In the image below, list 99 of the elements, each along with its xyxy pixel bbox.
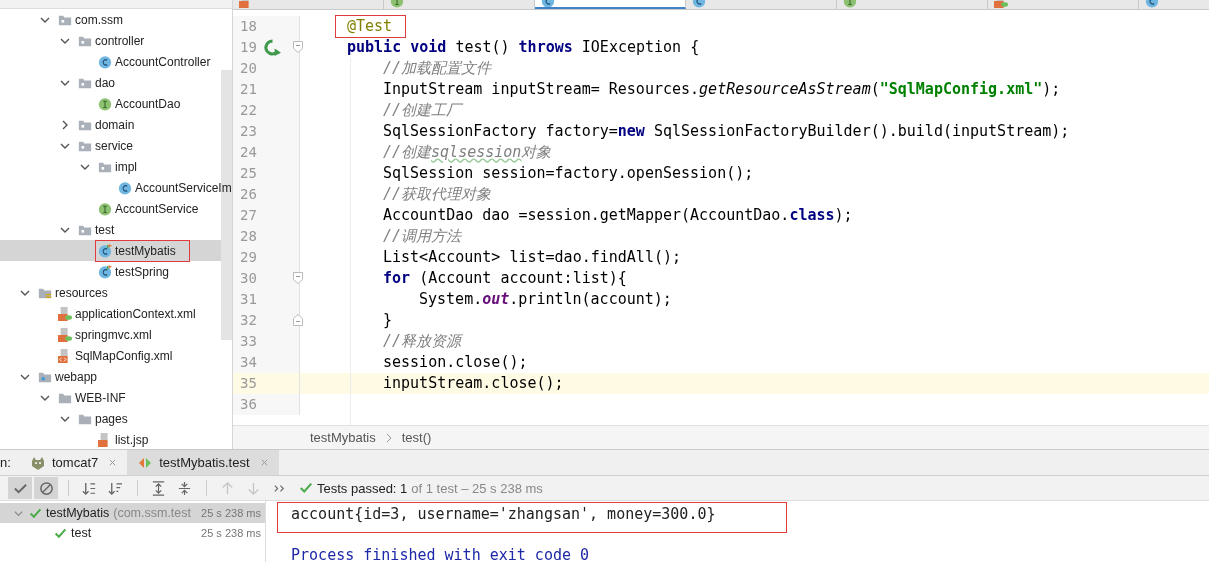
code-line: //获取代理对象 <box>383 185 492 203</box>
code-line: //加载配置文件 <box>383 59 492 77</box>
tree-item[interactable]: applicationContext.xml <box>0 303 232 324</box>
tree-item[interactable]: webapp <box>0 366 232 387</box>
tree-item[interactable]: SqlMapConfig.xml <box>0 345 232 366</box>
code-line: inputStream.close(); <box>383 374 564 393</box>
fold-marker-icon[interactable] <box>293 41 304 53</box>
tree-item[interactable]: domain <box>0 114 232 135</box>
tree-item[interactable]: resources <box>0 282 232 303</box>
line-number: 28 <box>239 228 258 245</box>
interface-icon <box>98 96 112 111</box>
tree-item[interactable]: AccountController <box>0 51 232 72</box>
line-number: 20 <box>239 60 258 77</box>
line-number: 29 <box>239 249 258 266</box>
line-number: 30 <box>239 270 258 287</box>
tree-item[interactable]: AccountDao <box>0 93 232 114</box>
editor-tab[interactable] <box>535 0 686 9</box>
run-icon[interactable] <box>263 39 281 56</box>
breadcrumb-item[interactable]: testMybatis <box>310 430 376 446</box>
tree-item[interactable]: WEB-INF <box>0 387 232 408</box>
test-summary: of 1 test – 25 s 238 ms <box>411 480 543 496</box>
breadcrumb-item[interactable]: test() <box>401 430 432 446</box>
code-line: List<Account> list=dao.findAll(); <box>383 248 681 267</box>
run-tab[interactable]: testMybatis.test <box>127 450 279 475</box>
tree-item[interactable]: impl <box>0 156 232 177</box>
fold-marker-icon[interactable] <box>293 272 304 284</box>
checkmark-icon <box>299 481 313 495</box>
toolbar-button[interactable] <box>8 477 32 499</box>
code-line: } <box>383 311 393 330</box>
line-number: 35 <box>239 375 258 392</box>
test-class-icon <box>98 243 112 258</box>
code-line: //创建工厂 <box>383 101 462 119</box>
console-line: Process finished with exit code 0 <box>291 546 590 562</box>
tree-item[interactable]: controller <box>0 30 232 51</box>
line-number: 25 <box>239 165 258 182</box>
test-duration: 25 s 238 ms <box>201 527 262 539</box>
line-number: 36 <box>239 396 258 413</box>
code-line: SqlSession session=factory.openSession(); <box>383 164 754 183</box>
line-number: 19 <box>239 39 258 56</box>
test-result[interactable]: test 25 s 238 ms <box>0 523 265 543</box>
console-line: account{id=3, username='zhangsan', money=300.0} <box>291 505 716 523</box>
tree-item[interactable]: testMybatis <box>0 240 221 261</box>
code-line: InputStream inputStream= Resources.getResourceAsStream("SqlMapConfig.xml"); <box>383 80 1061 99</box>
test-class-icon <box>98 264 112 279</box>
tree-item[interactable]: testSpring <box>0 261 232 282</box>
xml-file-icon <box>58 306 72 321</box>
code-line: //创建sqlsession对象 <box>383 143 552 161</box>
code-line: for (Account account:list){ <box>383 269 627 288</box>
tree-item[interactable]: AccountService <box>0 198 232 219</box>
close-icon[interactable] <box>108 458 118 467</box>
fold-marker-icon[interactable] <box>293 314 304 326</box>
test-name: testMybatis <box>46 506 110 520</box>
tree-item[interactable]: test <box>0 219 232 240</box>
code-line: @Test <box>347 17 393 36</box>
line-number: 34 <box>239 354 258 371</box>
class-icon <box>98 54 112 69</box>
tree-item[interactable]: pages <box>0 408 232 429</box>
code-line: public void test() throws IOException { <box>347 38 700 57</box>
sort-icon <box>107 480 123 496</box>
line-number: 22 <box>239 102 258 119</box>
tree-item[interactable]: list.jsp <box>0 429 232 449</box>
test-result[interactable]: testMybatis (com.ssm.test 25 s 238 ms <box>0 503 265 523</box>
interface-icon <box>98 201 112 216</box>
line-number: 23 <box>239 123 258 140</box>
test-class-name: (com.ssm.test <box>113 506 191 520</box>
code-line: AccountDao dao =session.getMapper(AccountDao.class); <box>383 206 853 225</box>
chevron-right-icon <box>385 432 392 443</box>
tree-item[interactable]: dao <box>0 72 232 93</box>
code-line: System.out.println(account); <box>419 290 672 309</box>
tree-item[interactable]: springmvc.xml <box>0 324 232 345</box>
close-icon[interactable] <box>259 458 269 467</box>
class-icon <box>118 180 132 195</box>
test-status: Tests passed: 1 <box>317 480 408 496</box>
line-number: 32 <box>239 312 258 329</box>
tree-item[interactable]: AccountServiceIm <box>0 177 232 198</box>
line-number: 26 <box>239 186 258 203</box>
toolbar-button[interactable] <box>34 477 58 499</box>
run-tab[interactable]: tomcat7 <box>20 450 128 475</box>
line-number: 24 <box>239 144 258 161</box>
line-number: 33 <box>239 333 258 350</box>
test-name: test <box>71 526 92 540</box>
code-line: //调用方法 <box>383 227 462 245</box>
tree-item[interactable]: service <box>0 135 232 156</box>
line-number: 21 <box>239 81 258 98</box>
line-number: 27 <box>239 207 258 224</box>
line-number: 18 <box>239 18 258 35</box>
tree-item[interactable]: com.ssm <box>0 9 232 30</box>
collapse-all-icon <box>176 480 192 496</box>
code-line: session.close(); <box>383 353 528 372</box>
sort-alpha-icon <box>81 480 97 496</box>
xml-file-icon <box>58 327 72 342</box>
test-duration: 25 s 238 ms <box>201 507 262 519</box>
code-line: SqlSessionFactory factory=new SqlSessionFactoryBuilder().build(inputStream); <box>383 122 1070 141</box>
ignore-icon <box>38 480 54 496</box>
code-line: //释放资源 <box>383 332 462 350</box>
chevron-right-icon[interactable] <box>60 119 70 130</box>
panel-label: n: <box>0 455 12 470</box>
expand-all-icon <box>150 480 166 496</box>
line-number: 31 <box>239 291 258 308</box>
